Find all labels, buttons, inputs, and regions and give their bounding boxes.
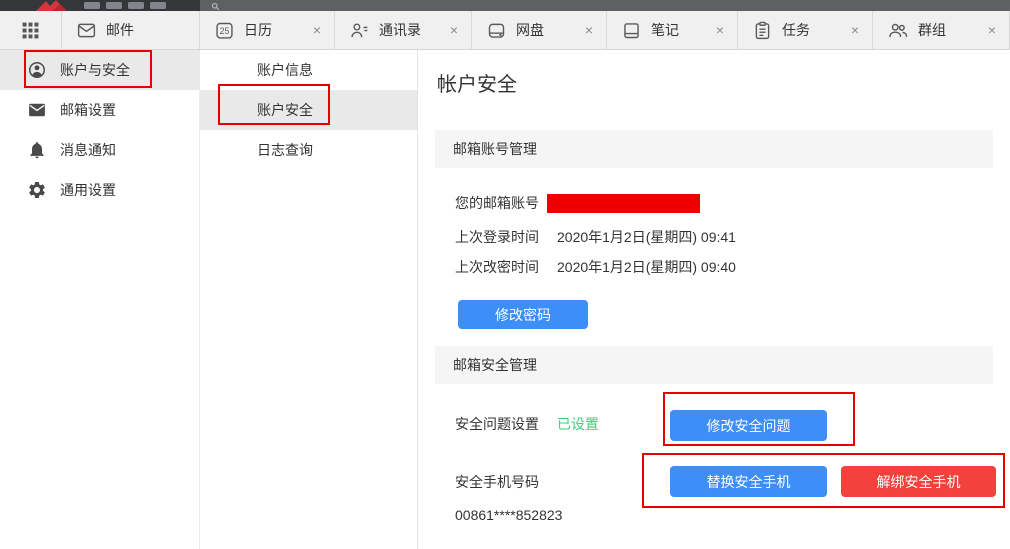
svg-text:25: 25 xyxy=(220,26,230,36)
top-app-bar xyxy=(0,0,1010,11)
security-phone-label: 安全手机号码 xyxy=(455,472,539,492)
tab-groups[interactable]: 群组 × xyxy=(873,11,1010,49)
tab-close-icon[interactable]: × xyxy=(585,23,593,37)
unbind-security-phone-button[interactable]: 解绑安全手机 xyxy=(841,466,996,497)
contacts-icon xyxy=(349,20,370,41)
search-icon xyxy=(211,2,220,11)
account-security-panel: 帐户安全 邮箱账号管理 您的邮箱账号 上次登录时间 2020年1月2日(星期四)… xyxy=(418,50,1010,549)
tab-tasks[interactable]: 任务 × xyxy=(738,11,873,49)
last-login-label: 上次登录时间 xyxy=(455,227,539,247)
note-icon xyxy=(621,20,642,41)
apps-grid-button[interactable] xyxy=(0,11,62,49)
tab-close-icon[interactable]: × xyxy=(313,23,321,37)
tab-label: 群组 xyxy=(918,20,946,40)
last-password-change-label: 上次改密时间 xyxy=(455,257,539,277)
sidebar-item-account-security[interactable]: 账户与安全 xyxy=(0,50,200,90)
module-tab-bar: 邮件 25 日历 × 通讯录 × 网盘 × xyxy=(0,11,1010,50)
tab-label: 笔记 xyxy=(651,20,679,40)
tab-label: 网盘 xyxy=(516,20,544,40)
mail-icon xyxy=(76,20,97,41)
brand-logo-icon xyxy=(36,0,186,11)
settings-sidebar: 账户与安全 邮箱设置 消息通知 通用设置 xyxy=(0,50,200,549)
task-icon xyxy=(752,20,773,41)
last-password-change-value: 2020年1月2日(星期四) 09:40 xyxy=(557,257,736,277)
account-icon xyxy=(27,60,47,80)
tab-label: 邮件 xyxy=(106,20,134,40)
tab-label: 任务 xyxy=(782,20,810,40)
tab-contacts[interactable]: 通讯录 × xyxy=(335,11,472,49)
bell-icon xyxy=(27,140,47,160)
submenu-item-account-info[interactable]: 账户信息 xyxy=(200,50,417,90)
sidebar-item-label: 通用设置 xyxy=(60,180,116,200)
gear-icon xyxy=(27,180,47,200)
envelope-icon xyxy=(27,100,47,120)
search-input[interactable] xyxy=(200,0,1010,11)
sidebar-item-notifications[interactable]: 消息通知 xyxy=(0,130,200,170)
section-header-security-management: 邮箱安全管理 xyxy=(435,346,993,384)
page-title: 帐户安全 xyxy=(437,68,517,97)
security-submenu: 账户信息 账户安全 日志查询 xyxy=(200,50,418,549)
sidebar-item-mail-settings[interactable]: 邮箱设置 xyxy=(0,90,200,130)
tab-close-icon[interactable]: × xyxy=(716,23,724,37)
section-header-account-management: 邮箱账号管理 xyxy=(435,130,993,168)
sidebar-item-label: 账户与安全 xyxy=(60,60,130,80)
email-account-label: 您的邮箱账号 xyxy=(455,193,539,213)
security-question-label: 安全问题设置 xyxy=(455,414,539,434)
sidebar-item-label: 消息通知 xyxy=(60,140,116,160)
tab-drive[interactable]: 网盘 × xyxy=(472,11,607,49)
calendar-icon: 25 xyxy=(214,20,235,41)
change-password-button[interactable]: 修改密码 xyxy=(458,300,588,329)
apps-grid-icon xyxy=(21,21,40,40)
change-security-question-button[interactable]: 修改安全问题 xyxy=(670,410,827,441)
tab-mail[interactable]: 邮件 xyxy=(62,11,200,49)
group-icon xyxy=(887,19,909,41)
tab-close-icon[interactable]: × xyxy=(988,23,996,37)
tab-label: 日历 xyxy=(244,20,272,40)
tab-calendar[interactable]: 25 日历 × xyxy=(200,11,335,49)
drive-icon xyxy=(486,20,507,41)
submenu-item-log-query[interactable]: 日志查询 xyxy=(200,130,417,170)
tab-close-icon[interactable]: × xyxy=(851,23,859,37)
security-phone-number: 00861****852823 xyxy=(455,505,562,525)
tab-close-icon[interactable]: × xyxy=(450,23,458,37)
sidebar-item-general-settings[interactable]: 通用设置 xyxy=(0,170,200,210)
sidebar-item-label: 邮箱设置 xyxy=(60,100,116,120)
replace-security-phone-button[interactable]: 替换安全手机 xyxy=(670,466,827,497)
email-address-redaction-bar xyxy=(547,194,700,213)
tab-notes[interactable]: 笔记 × xyxy=(607,11,738,49)
tab-label: 通讯录 xyxy=(379,20,421,40)
last-login-value: 2020年1月2日(星期四) 09:41 xyxy=(557,227,736,247)
submenu-item-account-security[interactable]: 账户安全 xyxy=(200,90,417,130)
security-question-status: 已设置 xyxy=(557,414,599,434)
